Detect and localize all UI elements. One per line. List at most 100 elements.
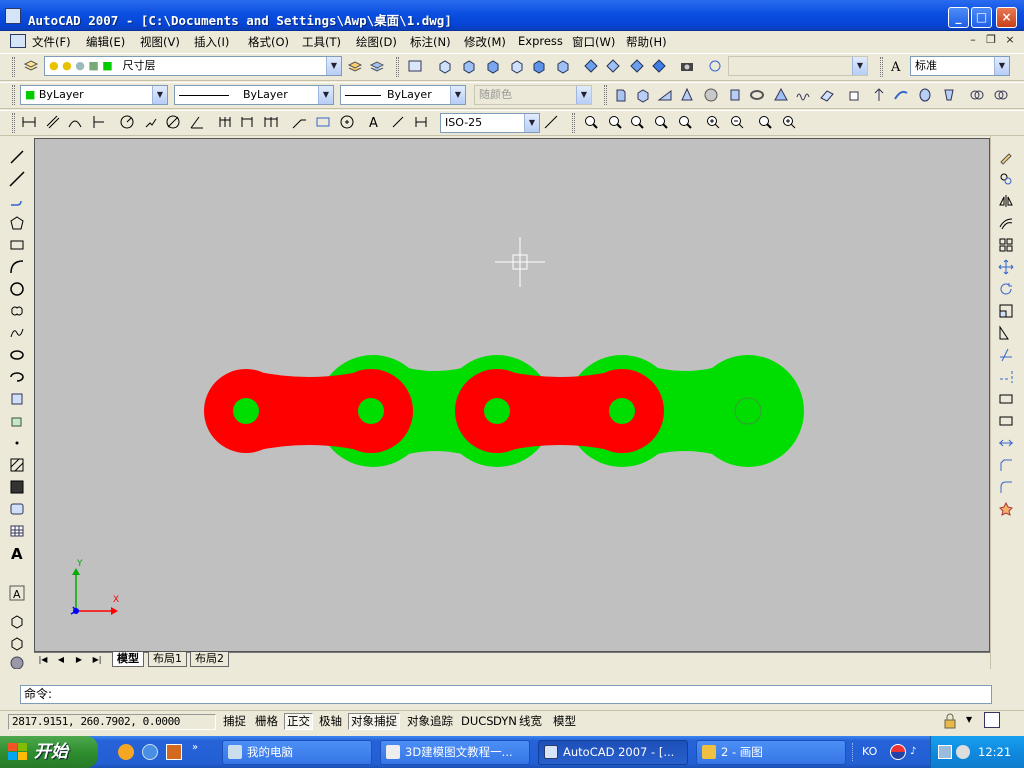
doc-restore-button[interactable]: ❐ <box>984 34 998 47</box>
chevron-down-icon[interactable]: ▼ <box>994 57 1009 75</box>
zoom-dynamic-icon[interactable] <box>628 113 646 131</box>
toolbar-grip[interactable] <box>604 85 607 105</box>
pyramid-icon[interactable] <box>772 86 790 104</box>
status-grid-button[interactable]: 栅格 <box>252 713 281 730</box>
move-icon[interactable] <box>997 258 1015 276</box>
front-view-icon[interactable] <box>530 57 548 75</box>
continue-dimension-icon[interactable] <box>262 113 280 131</box>
torus-icon[interactable] <box>748 86 766 104</box>
radius-dimension-icon[interactable] <box>118 113 136 131</box>
menu-format[interactable]: 格式(O) <box>248 34 289 50</box>
minimize-button[interactable]: _ <box>948 7 969 28</box>
tab-first-button[interactable]: |◀ <box>36 653 50 666</box>
table-icon[interactable] <box>8 522 26 540</box>
rotate-icon[interactable] <box>997 280 1015 298</box>
ne-iso-icon[interactable] <box>628 57 646 75</box>
status-snap-button[interactable]: 捕捉 <box>220 713 249 730</box>
text-style-dropdown[interactable]: 标准 ▼ <box>910 56 1010 76</box>
taskbar-clock[interactable]: 12:21 <box>978 745 1011 759</box>
zoom-center-icon[interactable] <box>676 113 694 131</box>
coordinate-display[interactable]: 2817.9151, 260.7902, 0.0000 <box>8 714 216 730</box>
subtract-icon[interactable] <box>992 86 1010 104</box>
toolbar-grip[interactable] <box>12 113 15 133</box>
cone-icon[interactable] <box>678 86 696 104</box>
menu-dimension[interactable]: 标注(N) <box>410 34 451 50</box>
status-otrack-button[interactable]: 对象追踪 <box>404 713 456 730</box>
app-quicklaunch-icon[interactable] <box>166 744 182 760</box>
linetype-dropdown[interactable]: ByLayer ▼ <box>174 85 334 105</box>
ie-quicklaunch-icon[interactable] <box>142 744 158 760</box>
tab-next-button[interactable]: ▶ <box>72 653 86 666</box>
polysolid-icon[interactable] <box>612 86 630 104</box>
status-lineweight-button[interactable]: 线宽 <box>516 713 545 730</box>
network-icon[interactable] <box>938 745 952 759</box>
chevron-down-icon[interactable]: ▼ <box>318 86 333 104</box>
polygon-icon[interactable] <box>8 214 26 232</box>
dimension-style-icon[interactable] <box>542 113 560 131</box>
doc-close-button[interactable]: × <box>1003 34 1017 47</box>
text-style-icon[interactable]: A <box>888 57 906 75</box>
line-icon[interactable] <box>8 148 26 166</box>
toolbar-grip[interactable] <box>396 57 399 77</box>
mirror-icon[interactable] <box>997 192 1015 210</box>
zoom-window-icon[interactable] <box>606 113 624 131</box>
menu-tools[interactable]: 工具(T) <box>302 34 341 50</box>
menu-help[interactable]: 帮助(H) <box>626 34 667 50</box>
view-dropdown[interactable]: ▼ <box>728 56 868 76</box>
explode-icon[interactable] <box>997 500 1015 518</box>
fillet-icon[interactable] <box>997 478 1015 496</box>
named-views-icon[interactable] <box>406 57 424 75</box>
zoom-all-icon[interactable] <box>756 113 774 131</box>
ime-tool-icon[interactable]: ♪ <box>910 746 916 757</box>
toolbar-grip[interactable] <box>12 57 15 77</box>
firefox-quicklaunch-icon[interactable] <box>118 744 134 760</box>
chevron-down-icon[interactable]: ▼ <box>450 86 465 104</box>
taskbar-item-paint[interactable]: 2 - 画图 <box>696 740 846 765</box>
revolve-icon[interactable] <box>916 86 934 104</box>
extrude-icon[interactable] <box>846 86 864 104</box>
union-icon[interactable] <box>968 86 986 104</box>
baseline-dimension-icon[interactable] <box>238 113 256 131</box>
dimension-style-dropdown[interactable]: ISO-25 ▼ <box>440 113 540 133</box>
layer-dropdown[interactable]: ● ● ● ■ ■ 尺寸层 ▼ <box>44 56 342 76</box>
chevron-down-icon[interactable]: ▼ <box>326 57 341 75</box>
right-view-icon[interactable] <box>508 57 526 75</box>
gradient-icon[interactable] <box>8 478 26 496</box>
sw-iso-icon[interactable] <box>582 57 600 75</box>
status-ortho-button[interactable]: 正交 <box>284 713 313 730</box>
break-icon[interactable] <box>997 412 1015 430</box>
ordinate-dimension-icon[interactable] <box>90 113 108 131</box>
angular-dimension-icon[interactable] <box>188 113 206 131</box>
toolbar-grip[interactable] <box>880 57 883 77</box>
zoom-extents-icon[interactable] <box>780 113 798 131</box>
dimension-edit-icon[interactable]: A <box>366 113 384 131</box>
offset-icon[interactable] <box>997 214 1015 232</box>
se-iso-icon[interactable] <box>604 57 622 75</box>
nw-iso-icon[interactable] <box>650 57 668 75</box>
trim-icon[interactable] <box>997 346 1015 364</box>
scale-icon[interactable] <box>997 302 1015 320</box>
ellipse-arc-icon[interactable] <box>8 368 26 386</box>
make-block-icon[interactable] <box>8 412 26 430</box>
layer-manager-icon[interactable] <box>22 57 40 75</box>
lineweight-dropdown[interactable]: ByLayer ▼ <box>340 85 466 105</box>
array-icon[interactable] <box>997 236 1015 254</box>
chevron-down-icon[interactable]: ▼ <box>852 57 867 75</box>
doc-minimize-button[interactable]: – <box>966 34 980 47</box>
spline-icon[interactable] <box>8 324 26 342</box>
chevron-down-icon[interactable]: ▼ <box>152 86 167 104</box>
point-icon[interactable] <box>8 434 26 452</box>
menu-window[interactable]: 窗口(W) <box>572 34 615 50</box>
command-line-input[interactable]: 命令: <box>20 685 992 704</box>
quick-dimension-icon[interactable] <box>216 113 234 131</box>
revision-cloud-icon[interactable] <box>8 302 26 320</box>
make-object-layer-current-icon[interactable] <box>346 57 364 75</box>
toolbar-grip[interactable] <box>12 85 15 105</box>
sphere-icon[interactable] <box>702 86 720 104</box>
aligned-dimension-icon[interactable] <box>44 113 62 131</box>
circle-icon[interactable] <box>8 280 26 298</box>
taskbar-item-my-computer[interactable]: 我的电脑 <box>222 740 372 765</box>
tolerance-icon[interactable] <box>314 113 332 131</box>
status-polar-button[interactable]: 极轴 <box>316 713 345 730</box>
helix-icon[interactable] <box>794 86 812 104</box>
